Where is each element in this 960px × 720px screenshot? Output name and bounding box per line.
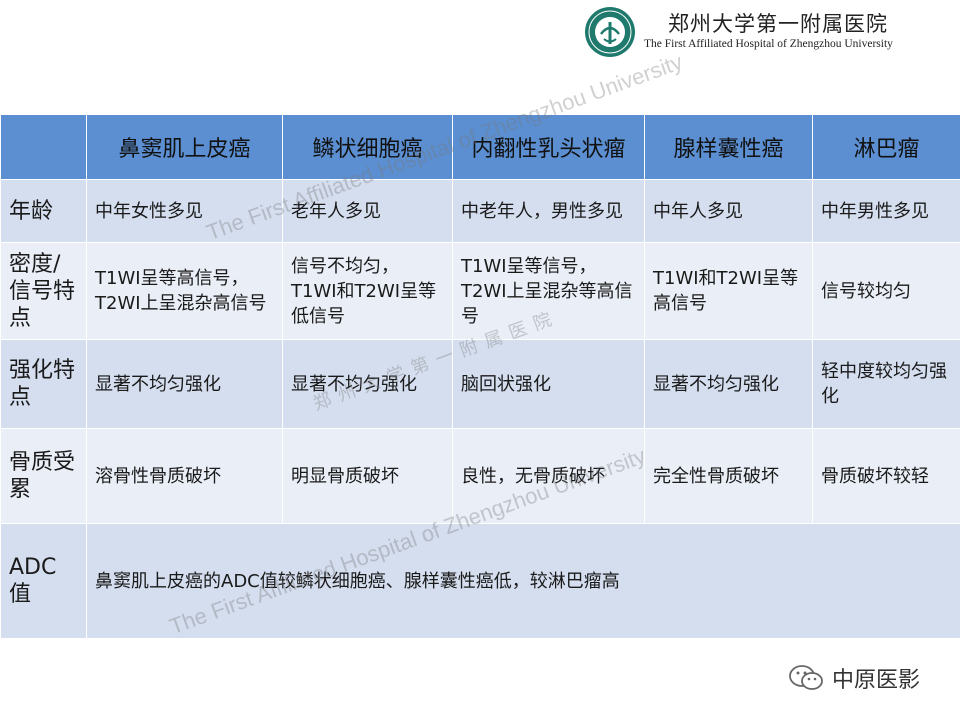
table-cell: 良性，无骨质破坏 (452, 428, 645, 524)
hospital-logo-icon (585, 7, 635, 57)
table-cell: 显著不均匀强化 (86, 339, 283, 429)
table-row: 骨质受累 溶骨性骨质破坏 明显骨质破坏 良性，无骨质破坏 完全性骨质破坏 骨质破… (0, 428, 960, 524)
footer-brand: 中原医影 (788, 662, 920, 694)
table-cell: 骨质破坏较轻 (812, 428, 960, 524)
table-cell: 显著不均匀强化 (644, 339, 813, 429)
column-header: 淋巴瘤 (812, 114, 960, 180)
table-row: 年龄 中年女性多见 老年人多见 中老年人，男性多见 中年人多见 中年男性多见 (0, 179, 960, 243)
comparison-table: 鼻窦肌上皮癌 鳞状细胞癌 内翻性乳头状瘤 腺样囊性癌 淋巴瘤 年龄 中年女性多见… (0, 114, 960, 639)
row-header: 密度/信号特点 (0, 242, 87, 340)
table-cell: 中年男性多见 (812, 179, 960, 243)
row-header: 年龄 (0, 179, 87, 243)
hospital-name-cn: 郑州大学第一附属医院 (668, 12, 888, 36)
table-cell: 完全性骨质破坏 (644, 428, 813, 524)
table-cell: 显著不均匀强化 (282, 339, 453, 429)
row-header: 骨质受累 (0, 428, 87, 524)
table-cell: T1WI呈等高信号，T2WI上呈混杂高信号 (86, 242, 283, 340)
table-cell: 老年人多见 (282, 179, 453, 243)
table-cell: 中年女性多见 (86, 179, 283, 243)
column-header: 腺样囊性癌 (644, 114, 813, 180)
table-row: 强化特点 显著不均匀强化 显著不均匀强化 脑回状强化 显著不均匀强化 轻中度较均… (0, 339, 960, 429)
table-cell: 轻中度较均匀强化 (812, 339, 960, 429)
column-header: 鼻窦肌上皮癌 (86, 114, 283, 180)
table-cell: 信号不均匀，T1WI和T2WI呈等低信号 (282, 242, 453, 340)
hospital-name-en: The First Affiliated Hospital of Zhengzh… (644, 38, 893, 50)
column-header: 鳞状细胞癌 (282, 114, 453, 180)
row-header: 强化特点 (0, 339, 87, 429)
table-corner-cell (0, 114, 87, 180)
slide-header: 郑州大学第一附属医院 The First Affiliated Hospital… (0, 0, 960, 112)
table-cell: 信号较均匀 (812, 242, 960, 340)
table-row: ADC值 鼻窦肌上皮癌的ADC值较鳞状细胞癌、腺样囊性癌低，较淋巴瘤高 (0, 523, 960, 639)
row-header: ADC值 (0, 523, 87, 639)
table-cell: T1WI和T2WI呈等高信号 (644, 242, 813, 340)
table-cell: 脑回状强化 (452, 339, 645, 429)
table-cell: 中年人多见 (644, 179, 813, 243)
column-header: 内翻性乳头状瘤 (452, 114, 645, 180)
table-header-row: 鼻窦肌上皮癌 鳞状细胞癌 内翻性乳头状瘤 腺样囊性癌 淋巴瘤 (0, 114, 960, 180)
table-row: 密度/信号特点 T1WI呈等高信号，T2WI上呈混杂高信号 信号不均匀，T1WI… (0, 242, 960, 340)
brand-name: 中原医影 (832, 668, 921, 693)
table-merged-cell: 鼻窦肌上皮癌的ADC值较鳞状细胞癌、腺样囊性癌低，较淋巴瘤高 (86, 523, 960, 639)
table-cell: 明显骨质破坏 (282, 428, 453, 524)
table-cell: 溶骨性骨质破坏 (86, 428, 283, 524)
table-cell: T1WI呈等信号，T2WI上呈混杂等高信号 (452, 242, 645, 340)
wechat-icon (789, 665, 823, 690)
table-cell: 中老年人，男性多见 (452, 179, 645, 243)
